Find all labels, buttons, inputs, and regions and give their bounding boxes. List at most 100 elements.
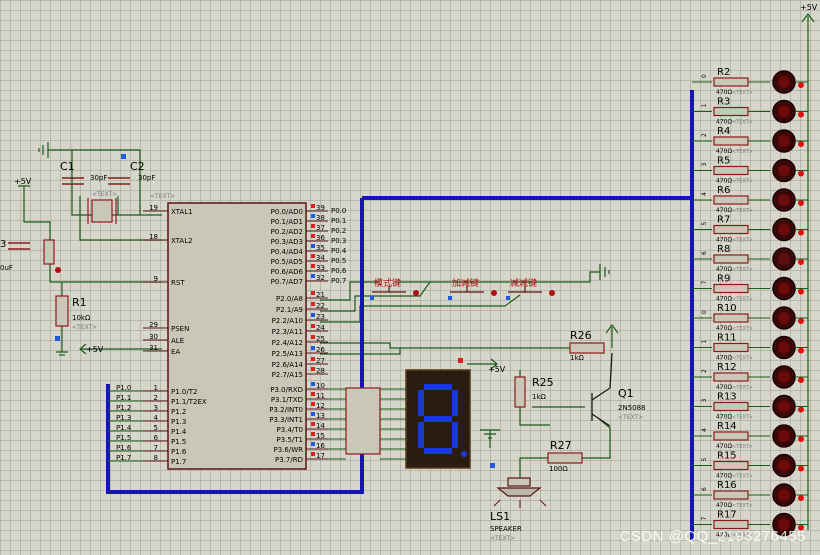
net-label: P0.0 bbox=[331, 207, 346, 215]
reset-cap-value: 0uF bbox=[0, 264, 13, 272]
mcu-pin-name: ALE bbox=[171, 337, 184, 345]
led-resistor-text: <TEXT> bbox=[732, 238, 753, 244]
c1-value: 30pF bbox=[90, 174, 107, 182]
mcu-pin-number: 26 bbox=[316, 346, 325, 354]
speaker-part: SPEAKER bbox=[490, 525, 522, 533]
mcu-pin-name: P0.7/AD7 bbox=[271, 278, 303, 286]
p1-net-label: P1.1 bbox=[116, 394, 131, 402]
mcu-pin-name: P1.1/T2EX bbox=[171, 398, 207, 406]
mcu-pin-name: P3.1/TXD bbox=[271, 396, 303, 404]
mcu-pin-number: 27 bbox=[316, 357, 325, 365]
mcu-pin-name: P3.5/T1 bbox=[277, 436, 303, 444]
led-resistor-text: <TEXT> bbox=[732, 90, 753, 96]
bus-tap-label: 2 bbox=[701, 369, 708, 373]
led-resistor-value: 470Ω bbox=[716, 296, 732, 303]
mcu-pin-name: P2.7/A15 bbox=[272, 371, 303, 379]
led-resistor bbox=[713, 136, 749, 146]
seven-segment-display bbox=[405, 358, 471, 469]
mcu-pin-number: 18 bbox=[149, 233, 158, 241]
bus-tap-label: 6 bbox=[701, 251, 708, 255]
bus-tap-label: 5 bbox=[701, 222, 708, 226]
mcu-pin-name: P2.6/A14 bbox=[272, 361, 304, 369]
led-resistor bbox=[713, 431, 749, 441]
key-button[interactable]: 减减键 bbox=[506, 277, 555, 300]
net-label: P0.1 bbox=[331, 217, 346, 225]
r1-ref: R1 bbox=[72, 296, 87, 309]
mcu-pin-name: P3.3/INT1 bbox=[269, 416, 303, 424]
led-resistor-ref: R7 bbox=[717, 215, 730, 226]
reset-network[interactable]: 3 0uF R1 10kΩ <TEXT> bbox=[0, 239, 97, 341]
led-channel: 1 R11 470Ω <TEXT> bbox=[692, 333, 808, 362]
pin-marker bbox=[311, 346, 315, 350]
mcu-pin-number: 12 bbox=[316, 402, 325, 410]
mcu-pin-name: PSEN bbox=[171, 325, 189, 333]
mcu-pin-number: 38 bbox=[316, 214, 325, 222]
led-resistor bbox=[713, 342, 749, 353]
led-resistor bbox=[713, 313, 749, 323]
bus-tap-label: 1 bbox=[701, 104, 708, 108]
key-label: 模式键 bbox=[374, 277, 401, 289]
pin-marker bbox=[311, 291, 315, 295]
transistor-q1 bbox=[591, 352, 613, 427]
mcu-pin-name: EA bbox=[171, 348, 180, 356]
vcc-right-label: +5V bbox=[800, 3, 818, 12]
led-resistor-text: <TEXT> bbox=[732, 326, 753, 332]
mcu-pin-number: 23 bbox=[316, 313, 325, 321]
r27-value: 100Ω bbox=[549, 465, 568, 473]
led-resistor-value: 470Ω bbox=[716, 325, 732, 332]
led-channel: 6 R16 470Ω <TEXT> bbox=[692, 480, 808, 509]
bus-tap-label: 1 bbox=[701, 340, 708, 344]
mcu-pin-number: 37 bbox=[316, 224, 325, 232]
mcu-pin-name: P3.2/INT0 bbox=[269, 406, 303, 414]
led-resistor-value: 470Ω bbox=[716, 178, 732, 185]
pin-marker bbox=[311, 402, 315, 406]
bus-tap-label: 3 bbox=[701, 163, 708, 167]
pin-marker bbox=[311, 367, 315, 371]
mcu-pin-name: P3.6/WR bbox=[274, 446, 304, 454]
led-resistor-text: <TEXT> bbox=[732, 356, 753, 362]
led-resistor-text: <TEXT> bbox=[732, 474, 753, 480]
mcu-pin-number: 4 bbox=[154, 414, 159, 422]
p1-net-label: P1.5 bbox=[116, 434, 131, 442]
mcu-pin-name: P2.5/A13 bbox=[272, 350, 303, 358]
mcu-text: <TEXT> bbox=[150, 193, 175, 200]
led-resistor-ref: R13 bbox=[717, 392, 737, 403]
bus-tap-label: 4 bbox=[701, 192, 708, 196]
pin-marker bbox=[311, 264, 315, 268]
c2-value: 30pF bbox=[138, 174, 155, 182]
r26-value: 1kΩ bbox=[570, 354, 585, 362]
mcu-pin-name: XTAL2 bbox=[171, 237, 193, 245]
pin-marker bbox=[311, 244, 315, 248]
schematic-canvas[interactable]: +5V +5V +5V +5V C1 30pF C2 30pF <TEXT> 3… bbox=[0, 0, 820, 555]
net-label: P0.4 bbox=[331, 247, 347, 255]
pin-marker bbox=[311, 432, 315, 436]
led-resistor-text: <TEXT> bbox=[732, 179, 753, 185]
mcu-pin-number: 30 bbox=[149, 333, 158, 341]
led-resistor-ref: R16 bbox=[717, 480, 737, 491]
led-resistor-text: <TEXT> bbox=[732, 415, 753, 421]
p1-net-label: P1.6 bbox=[116, 444, 132, 452]
mcu-pin-number: 33 bbox=[316, 264, 325, 272]
led-resistor bbox=[713, 283, 749, 294]
resistor-r1 bbox=[55, 295, 69, 327]
pin-marker bbox=[311, 302, 315, 306]
pin-marker bbox=[311, 392, 315, 396]
crystal-oscillator[interactable]: C1 30pF C2 30pF <TEXT> bbox=[60, 154, 155, 224]
mcu-pin-number: 29 bbox=[149, 321, 158, 329]
mcu-pin-number: 1 bbox=[154, 384, 158, 392]
bus-tap-label: 2 bbox=[701, 133, 708, 137]
net-label: P0.5 bbox=[331, 257, 346, 265]
led-resistor-value: 470Ω bbox=[716, 237, 732, 244]
led-resistor-value: 470Ω bbox=[716, 414, 732, 421]
led-channel: 3 R5 470Ω <TEXT> bbox=[692, 156, 808, 185]
resistor-r27 bbox=[547, 452, 583, 464]
pin-marker bbox=[311, 313, 315, 317]
transistor-driver[interactable]: R26 1kΩ R25 1kΩ R27 100Ω Q1 2N5088 <TEXT… bbox=[514, 329, 646, 473]
mcu-pin-name: P2.1/A9 bbox=[276, 306, 303, 314]
key-label: 加减键 bbox=[452, 277, 479, 289]
key-button[interactable]: 加减键 bbox=[448, 277, 497, 300]
p1-net-labels: P1.0 P1.1 P1.2 P1.3 P1.4 P1.5 P1.6 P1.7 bbox=[108, 384, 143, 462]
mcu-pin-name: P1.4 bbox=[171, 428, 187, 436]
mcu-pin-name: P0.6/AD6 bbox=[271, 268, 304, 276]
watermark: CSDN @QQ_2193276455 bbox=[619, 528, 806, 545]
